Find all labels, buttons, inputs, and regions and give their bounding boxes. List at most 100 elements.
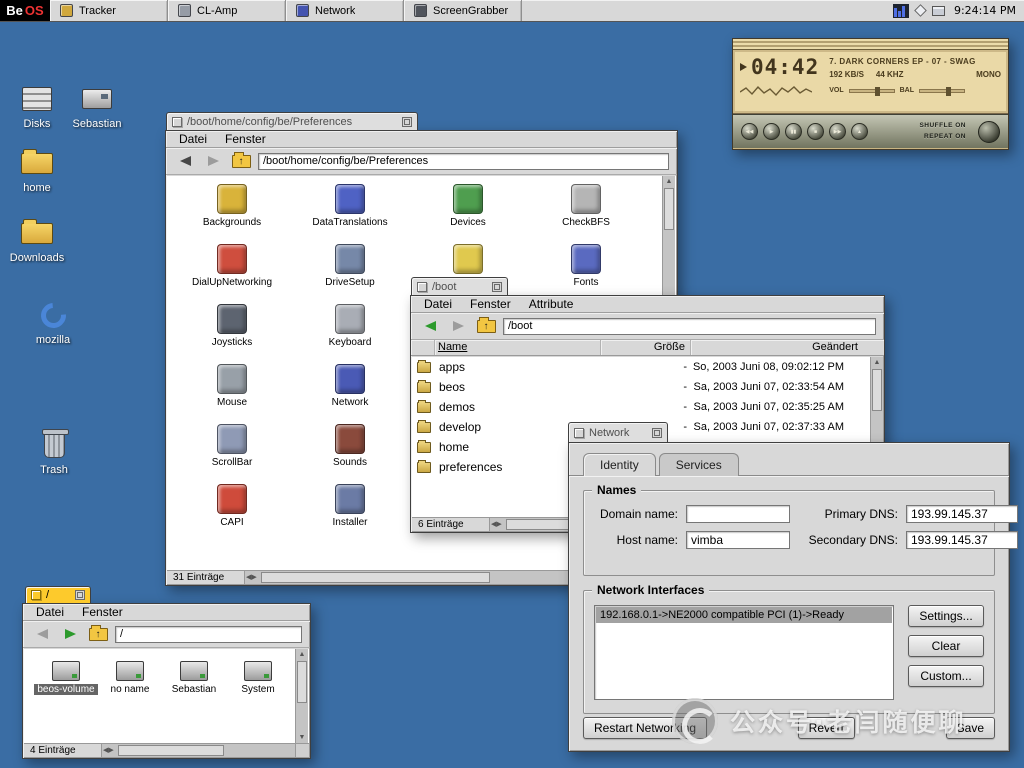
next-track-button[interactable]: [829, 123, 846, 140]
eject-button[interactable]: [851, 123, 868, 140]
up-button[interactable]: [230, 152, 252, 170]
scroll-thumb[interactable]: [872, 369, 882, 411]
pref-item[interactable]: Network: [291, 364, 409, 424]
taskbar-app-tab[interactable]: ScreenGrabber: [404, 0, 522, 21]
vertical-scrollbar[interactable]: ▲▼: [295, 649, 308, 743]
desktop-icon-trash[interactable]: Trash: [24, 428, 84, 476]
scroll-thumb[interactable]: [261, 572, 490, 583]
desktop-icon-downloads[interactable]: Downloads: [4, 216, 70, 264]
volume-item[interactable]: System: [226, 661, 290, 695]
menu-item[interactable]: Fenster: [461, 297, 520, 311]
volume-item[interactable]: beos-volume: [34, 661, 98, 695]
close-box[interactable]: [31, 590, 41, 600]
zoom-box[interactable]: [492, 282, 502, 292]
cpu-monitor-icon[interactable]: [893, 4, 909, 18]
desktop-icon-sebastian[interactable]: Sebastian: [66, 82, 128, 130]
stop-button[interactable]: [807, 123, 824, 140]
tray-mount-icon[interactable]: [914, 4, 927, 17]
close-box[interactable]: [574, 428, 584, 438]
path-field[interactable]: [258, 153, 669, 170]
slider-thumb[interactable]: [946, 87, 951, 96]
pause-button[interactable]: [785, 123, 802, 140]
boot-window-tab[interactable]: /boot: [411, 277, 508, 295]
pref-item[interactable]: Installer: [291, 484, 409, 544]
back-button[interactable]: [31, 625, 53, 643]
domain-name-field[interactable]: [686, 505, 790, 523]
tab-identity[interactable]: Identity: [583, 453, 656, 476]
close-box[interactable]: [417, 282, 427, 292]
pref-item[interactable]: Joysticks: [173, 304, 291, 364]
up-button[interactable]: [87, 625, 109, 643]
path-field[interactable]: [115, 626, 302, 643]
column-header-modified[interactable]: Geändert: [691, 340, 884, 355]
slider-thumb[interactable]: [875, 87, 880, 96]
desktop-icon-mozilla[interactable]: mozilla: [22, 298, 84, 346]
track-title[interactable]: 7. DARK CORNERS EP - 07 - SWAG: [829, 57, 1001, 66]
preferences-window-tab[interactable]: /boot/home/config/be/Preferences: [166, 112, 418, 130]
scroll-thumb[interactable]: [664, 188, 674, 230]
primary-dns-field[interactable]: [906, 505, 1018, 523]
pref-item[interactable]: DriveSetup: [291, 244, 409, 304]
time-display[interactable]: 04:42: [751, 55, 819, 79]
scroll-thumb[interactable]: [118, 745, 224, 756]
secondary-dns-field[interactable]: [906, 531, 1018, 549]
settings-button[interactable]: Settings...: [908, 605, 984, 627]
root-window-tab[interactable]: /: [25, 586, 91, 603]
balance-slider[interactable]: [919, 89, 965, 93]
file-row[interactable]: apps - So, 2003 Juni 08, 09:02:12 PM: [412, 357, 870, 377]
back-button[interactable]: [174, 152, 196, 170]
interfaces-list[interactable]: 192.168.0.1->NE2000 compatible PCI (1)->…: [594, 605, 894, 700]
pref-item[interactable]: DataTranslations: [291, 184, 409, 244]
taskbar-app-tab[interactable]: CL-Amp: [168, 0, 286, 21]
path-field[interactable]: [503, 318, 876, 335]
menu-item[interactable]: Datei: [170, 132, 216, 146]
resize-handle[interactable]: [295, 744, 309, 757]
clamp-titlebar[interactable]: [733, 39, 1008, 50]
volume-knob[interactable]: [978, 121, 1000, 143]
desktop-icon-home[interactable]: home: [8, 146, 66, 194]
forward-button[interactable]: [202, 152, 224, 170]
taskbar-app-tab[interactable]: Tracker: [50, 0, 168, 21]
zoom-box[interactable]: [402, 117, 412, 127]
shuffle-toggle[interactable]: SHUFFLE ON: [919, 121, 966, 131]
tray-disk-icon[interactable]: [932, 6, 945, 16]
forward-button[interactable]: [59, 625, 81, 643]
pref-item[interactable]: CAPI: [173, 484, 291, 544]
back-button[interactable]: [419, 317, 441, 335]
pref-item[interactable]: Devices: [409, 184, 527, 244]
menu-item[interactable]: Fenster: [73, 605, 132, 619]
menu-item[interactable]: Attribute: [520, 297, 583, 311]
desktop-icon-disks[interactable]: Disks: [8, 82, 66, 130]
volume-item[interactable]: Sebastian: [162, 661, 226, 695]
menu-item[interactable]: Fenster: [216, 132, 275, 146]
pref-item[interactable]: Sounds: [291, 424, 409, 484]
up-button[interactable]: [475, 317, 497, 335]
play-button[interactable]: [763, 123, 780, 140]
pref-item[interactable]: ScrollBar: [173, 424, 291, 484]
pref-item[interactable]: Keyboard: [291, 304, 409, 364]
volume-slider[interactable]: [849, 89, 895, 93]
file-row[interactable]: beos - Sa, 2003 Juni 07, 02:33:54 AM: [412, 377, 870, 397]
clear-button[interactable]: Clear: [908, 635, 984, 657]
menu-item[interactable]: Datei: [415, 297, 461, 311]
volume-item[interactable]: no name: [98, 661, 162, 695]
previous-track-button[interactable]: [741, 123, 758, 140]
host-name-field[interactable]: [686, 531, 790, 549]
menu-item[interactable]: Datei: [27, 605, 73, 619]
clock[interactable]: 9:24:14 PM: [952, 4, 1016, 17]
interface-item[interactable]: 192.168.0.1->NE2000 compatible PCI (1)->…: [596, 607, 892, 623]
pref-item[interactable]: Backgrounds: [173, 184, 291, 244]
taskbar-app-tab[interactable]: Network: [286, 0, 404, 21]
tab-services[interactable]: Services: [659, 453, 739, 476]
zoom-box[interactable]: [75, 590, 85, 600]
close-box[interactable]: [172, 117, 182, 127]
zoom-box[interactable]: [652, 428, 662, 438]
scroll-thumb[interactable]: [297, 661, 307, 703]
network-window-tab[interactable]: Network: [568, 422, 668, 442]
repeat-toggle[interactable]: REPEAT ON: [919, 132, 966, 142]
pref-item[interactable]: DialUpNetworking: [173, 244, 291, 304]
file-row[interactable]: demos - Sa, 2003 Juni 07, 02:35:25 AM: [412, 397, 870, 417]
beos-logo-button[interactable]: BeOS: [0, 0, 50, 21]
column-header-name[interactable]: Name: [435, 340, 601, 355]
pref-item[interactable]: Mouse: [173, 364, 291, 424]
